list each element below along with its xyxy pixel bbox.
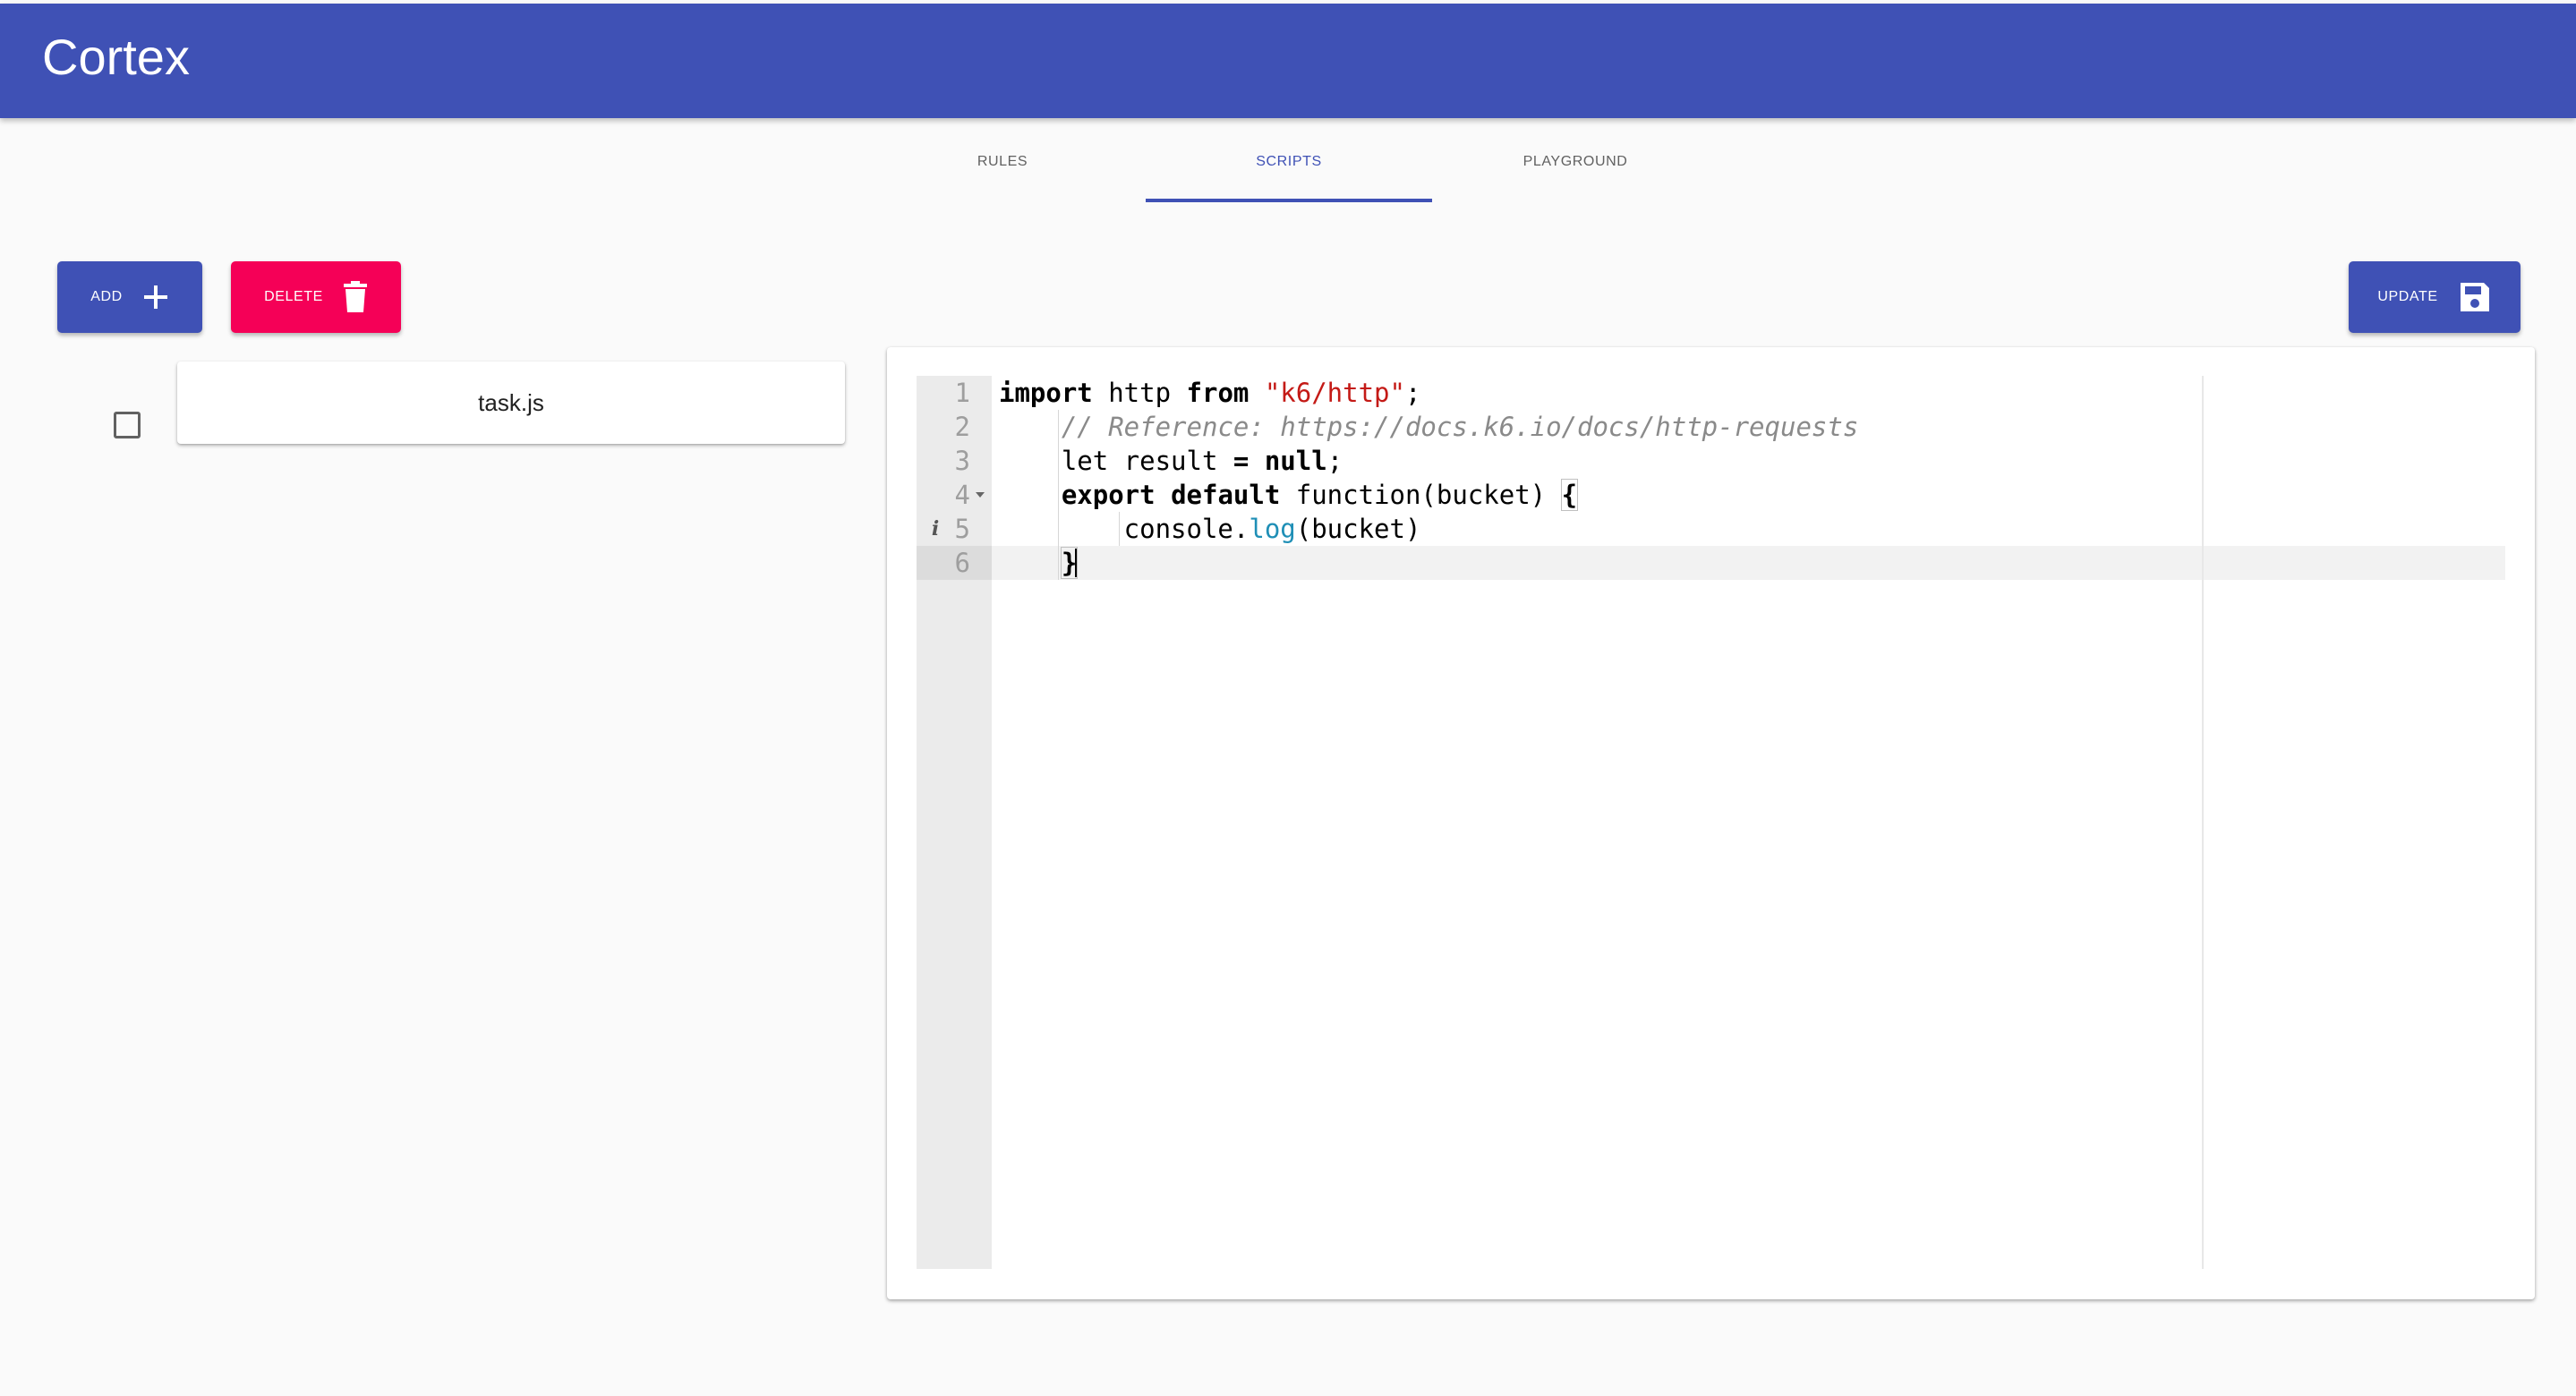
line-number: 2 (954, 412, 970, 442)
code-line: let result = null; (999, 444, 1343, 478)
line-number: 6 (954, 548, 970, 578)
trash-icon (343, 281, 368, 313)
code-line: // Reference: https://docs.k6.io/docs/ht… (999, 410, 1858, 444)
list-item[interactable]: task.js (177, 362, 845, 444)
line-number: 5 (954, 514, 970, 544)
code-token: console. (999, 514, 1250, 544)
line-number: 3 (954, 446, 970, 476)
info-icon[interactable]: i (929, 512, 942, 546)
code-token: import (999, 378, 1093, 408)
print-margin (2202, 376, 2204, 1269)
tab-playground[interactable]: PLAYGROUND (1504, 154, 1647, 190)
code-token: (bucket) (1295, 514, 1421, 544)
code-token: null (1264, 446, 1327, 476)
code-token: = (1233, 446, 1250, 476)
code-token: ; (1326, 446, 1343, 476)
active-line-highlight (992, 546, 2505, 580)
delete-button[interactable]: DELETE (231, 261, 401, 333)
plus-icon (142, 284, 169, 311)
code-token: { (1560, 479, 1579, 511)
code-token: ; (1404, 378, 1421, 408)
code-token: from (1186, 378, 1250, 408)
add-button[interactable]: ADD (57, 261, 202, 333)
active-tab-indicator (1146, 199, 1432, 202)
update-button[interactable]: UPDATE (2349, 261, 2521, 333)
code-token: http (1092, 378, 1187, 408)
code-token: default (1171, 480, 1281, 510)
code-token: function(bucket) (1280, 480, 1562, 510)
app-title: Cortex (42, 29, 190, 85)
file-name: task.js (478, 388, 544, 416)
fold-toggle-icon[interactable] (976, 492, 985, 498)
line-number: 4 (954, 480, 970, 510)
code-editor[interactable]: 1 2 3 4 5 6 i import http from "k6/http"… (917, 376, 2505, 1269)
save-icon (2458, 280, 2492, 314)
tab-scripts[interactable]: SCRIPTS (1146, 154, 1432, 190)
code-line: export default function(bucket) { (999, 478, 1579, 512)
add-button-label: ADD (90, 289, 123, 304)
line-number: 1 (954, 378, 970, 408)
code-token: export (1061, 480, 1156, 510)
update-button-label: UPDATE (2377, 289, 2438, 304)
text-cursor (1075, 549, 1077, 577)
code-line: import http from "k6/http"; (999, 376, 1420, 410)
code-token: let result (999, 446, 1233, 476)
file-select-checkbox[interactable] (114, 412, 141, 438)
app-bar: Cortex (0, 4, 2576, 118)
code-token: log (1249, 514, 1296, 544)
code-token: "k6/http" (1264, 378, 1405, 408)
delete-button-label: DELETE (264, 289, 323, 304)
tab-rules[interactable]: RULES (931, 154, 1074, 190)
code-token: // Reference: https://docs.k6.io/docs/ht… (1061, 412, 1859, 442)
code-line: } (999, 546, 1079, 580)
code-line: console.log(bucket) (999, 512, 1421, 546)
